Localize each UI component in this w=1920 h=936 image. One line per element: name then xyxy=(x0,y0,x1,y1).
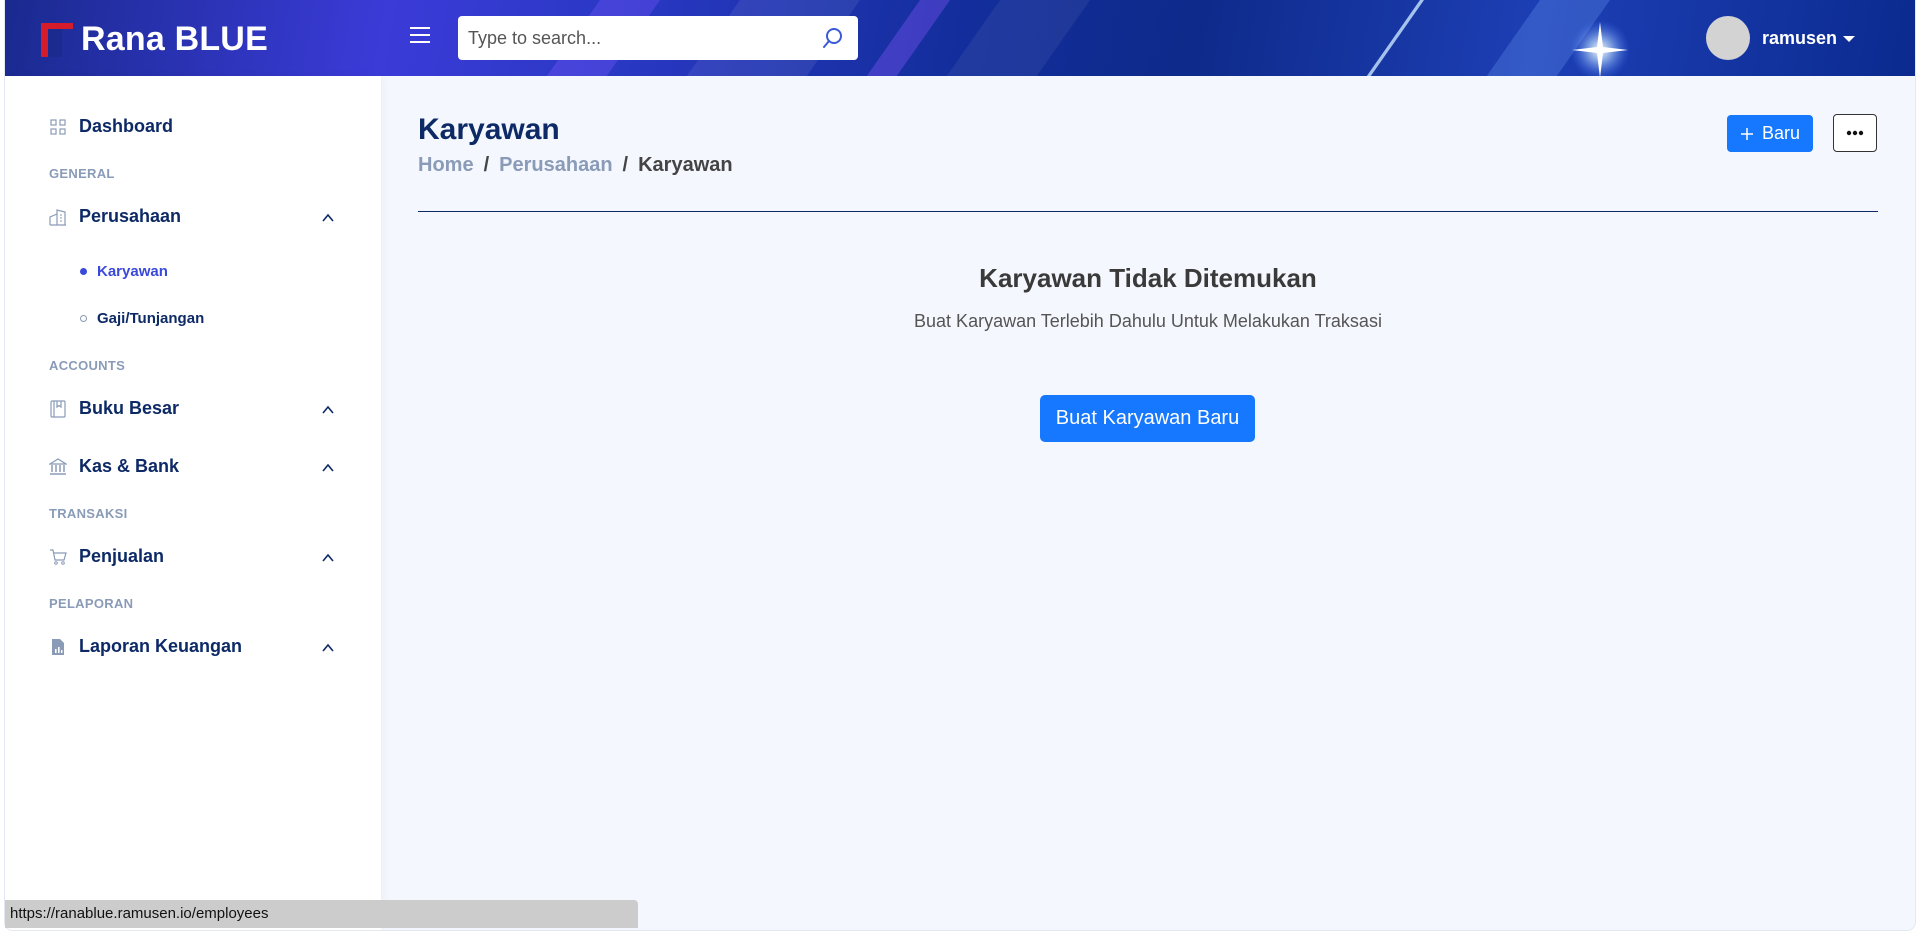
search-input[interactable] xyxy=(458,26,800,50)
sidebar-item-dashboard[interactable]: Dashboard xyxy=(49,116,173,137)
cart-icon xyxy=(49,548,67,566)
chevron-up-icon[interactable] xyxy=(321,403,335,417)
plus-icon xyxy=(1740,127,1753,140)
section-transaksi: TRANSAKSI xyxy=(49,506,128,521)
inactive-dot-icon xyxy=(80,315,87,322)
sidebar-item-label: Perusahaan xyxy=(79,206,182,226)
sidebar-item-buku-besar[interactable]: Buku Besar xyxy=(49,398,179,419)
section-general: GENERAL xyxy=(49,166,115,181)
sidebar-subitem-karyawan[interactable]: Karyawan xyxy=(80,263,168,280)
book-icon xyxy=(49,399,67,418)
report-icon xyxy=(49,638,67,656)
sidebar-item-label: Dashboard xyxy=(79,116,174,136)
breadcrumb-current: Karyawan xyxy=(638,154,733,176)
header-divider xyxy=(418,211,1878,212)
sidebar-item-label: Laporan Keuangan xyxy=(79,636,243,656)
sparkle-decoration xyxy=(1570,20,1630,76)
search-box xyxy=(458,16,858,60)
sidebar-item-laporan-keuangan[interactable]: Laporan Keuangan xyxy=(49,636,242,657)
app-frame: Rana BLUE ramusen xyxy=(5,0,1915,930)
menu-toggle-icon[interactable] xyxy=(410,27,430,47)
building-icon xyxy=(49,208,67,226)
sidebar-subitem-label: Gaji/Tunjangan xyxy=(97,310,205,327)
page-title: Karyawan xyxy=(418,113,560,146)
user-menu[interactable]: ramusen xyxy=(1705,16,1855,60)
chevron-up-icon[interactable] xyxy=(321,461,335,475)
header-decoration xyxy=(915,0,1105,76)
breadcrumb-home[interactable]: Home xyxy=(418,154,474,177)
header-decoration xyxy=(1335,0,1439,76)
search-icon[interactable] xyxy=(822,27,844,49)
section-pelaporan: PELAPORAN xyxy=(49,596,134,611)
sidebar-item-penjualan[interactable]: Penjualan xyxy=(49,546,164,567)
more-options-button[interactable] xyxy=(1833,114,1877,152)
sidebar-subitem-gaji[interactable]: Gaji/Tunjangan xyxy=(80,310,204,327)
new-button[interactable]: Baru xyxy=(1727,115,1813,152)
sidebar-subitem-label: Karyawan xyxy=(97,263,168,280)
avatar xyxy=(1705,16,1750,60)
chevron-up-icon[interactable] xyxy=(321,551,335,565)
breadcrumb: Home / Perusahaan / Karyawan xyxy=(418,154,733,177)
status-url: https://ranablue.ramusen.io/employees xyxy=(5,900,638,928)
bank-icon xyxy=(49,457,67,476)
chevron-up-icon[interactable] xyxy=(321,641,335,655)
sidebar-item-perusahaan[interactable]: Perusahaan xyxy=(49,206,181,227)
logo-icon xyxy=(41,22,73,57)
logo[interactable]: Rana BLUE xyxy=(41,20,268,59)
app-name: Rana BLUE xyxy=(81,20,268,58)
caret-down-icon xyxy=(1843,36,1855,42)
create-employee-button[interactable]: Buat Karyawan Baru xyxy=(1040,395,1255,442)
sidebar-item-label: Kas & Bank xyxy=(79,456,180,476)
empty-state-title: Karyawan Tidak Ditemukan xyxy=(979,263,1317,293)
sidebar-item-kas-bank[interactable]: Kas & Bank xyxy=(49,456,179,477)
section-accounts: ACCOUNTS xyxy=(49,358,126,373)
chevron-up-icon[interactable] xyxy=(321,211,335,225)
ellipsis-icon xyxy=(1846,130,1864,136)
top-header: Rana BLUE ramusen xyxy=(5,0,1915,76)
breadcrumb-separator: / xyxy=(622,154,629,176)
empty-state-subtitle: Buat Karyawan Terlebih Dahulu Untuk Mela… xyxy=(914,311,1382,331)
username: ramusen xyxy=(1761,27,1837,48)
sidebar-item-label: Buku Besar xyxy=(79,398,180,418)
grid-icon xyxy=(49,118,67,136)
new-button-label: Baru xyxy=(1761,123,1801,143)
breadcrumb-separator: / xyxy=(483,154,490,176)
active-dot-icon xyxy=(80,268,87,275)
sidebar-item-label: Penjualan xyxy=(79,546,165,566)
breadcrumb-perusahaan[interactable]: Perusahaan xyxy=(499,154,612,177)
sidebar: Dashboard GENERAL Perusahaan Karyawan Ga… xyxy=(5,76,381,930)
